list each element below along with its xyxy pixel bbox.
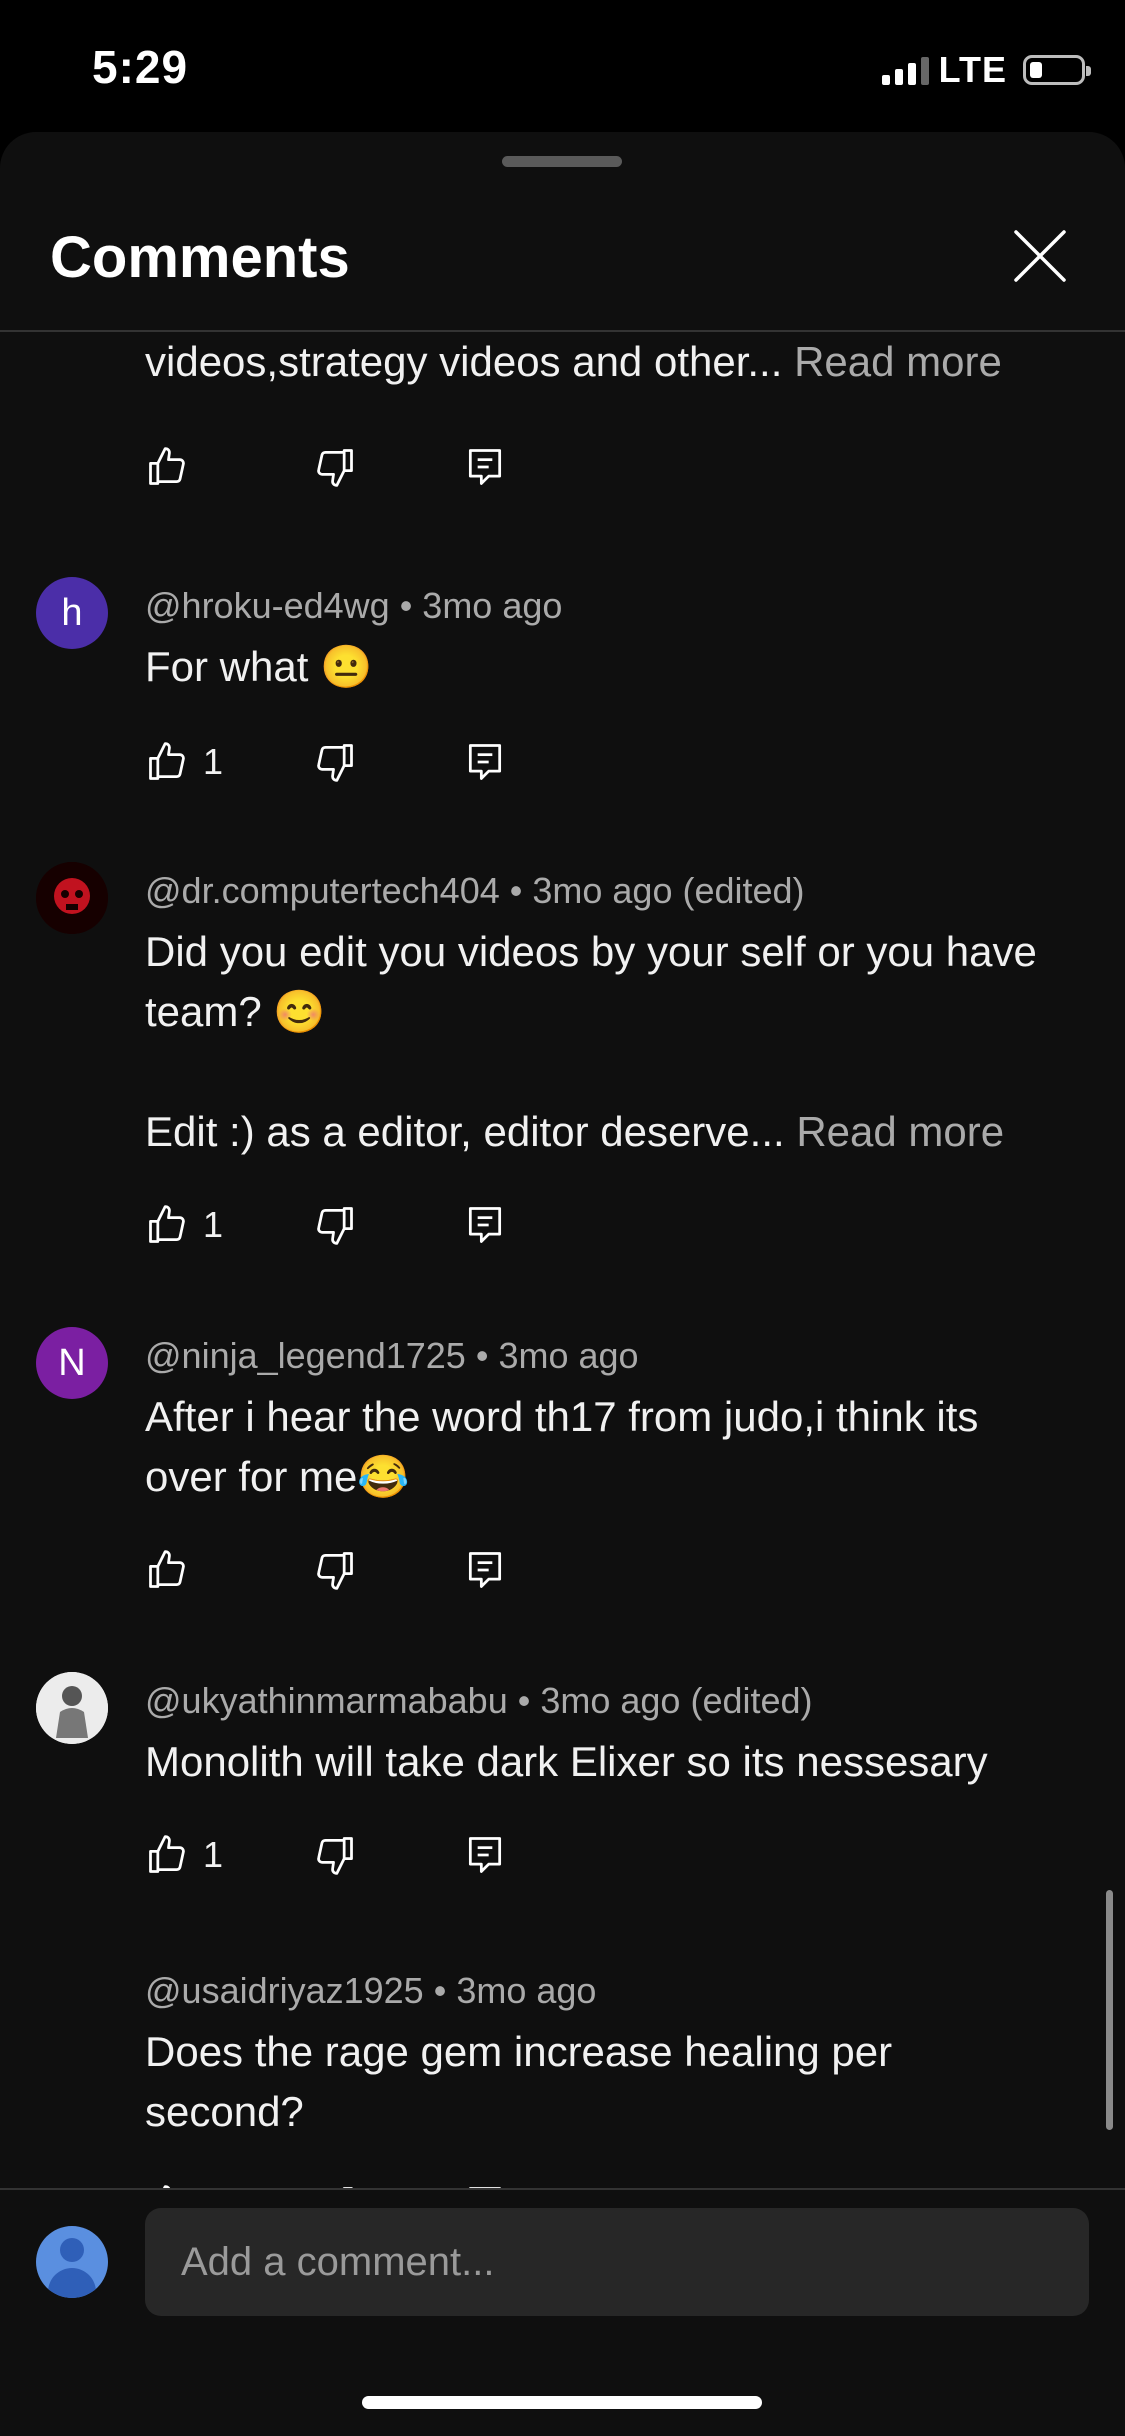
scrollbar[interactable]	[1106, 1890, 1113, 2130]
person-avatar-icon	[36, 1672, 108, 1744]
thumbs-down-icon	[317, 449, 353, 487]
drag-handle[interactable]	[502, 156, 622, 167]
reply-button[interactable]	[463, 442, 507, 492]
avatar[interactable]	[36, 1672, 108, 1744]
add-comment-input[interactable]	[145, 2208, 1089, 2316]
dislike-button[interactable]	[313, 1200, 357, 1250]
comment-author[interactable]: @ukyathinmarmababu	[145, 1680, 508, 1721]
thumbs-down-icon	[317, 1552, 353, 1590]
comments-list[interactable]: videos,strategy videos and other... Read…	[0, 332, 1125, 2320]
comment-time: 3mo ago	[498, 1335, 639, 1376]
like-button[interactable]: 1	[145, 1830, 223, 1880]
comment-author[interactable]: @dr.computertech404	[145, 870, 500, 911]
reply-icon	[468, 1552, 502, 1588]
comment-time: 3mo ago	[456, 1970, 597, 2011]
my-avatar	[36, 2226, 108, 2298]
reply-button[interactable]	[463, 1545, 507, 1595]
like-count: 1	[203, 1834, 224, 1875]
comment-text: Monolith will take dark Elixer so its ne…	[145, 1738, 988, 1785]
dislike-button[interactable]	[313, 442, 357, 492]
thumbs-up-icon	[149, 1550, 185, 1588]
status-bar: 5:29 LTE	[0, 0, 1125, 135]
avatar[interactable]: N	[36, 1327, 108, 1399]
like-button[interactable]: 1	[145, 1200, 223, 1250]
thumbs-down-icon	[317, 744, 353, 782]
reply-icon	[468, 449, 502, 485]
like-count: 1	[203, 1204, 224, 1245]
signal-icon	[881, 55, 929, 85]
like-button[interactable]: 1	[145, 737, 223, 787]
avatar[interactable]	[36, 862, 108, 934]
battery-icon	[1023, 55, 1091, 85]
thumbs-up-icon	[149, 447, 185, 485]
reply-icon	[468, 1837, 502, 1873]
comment-author[interactable]: @ninja_legend1725	[145, 1335, 466, 1376]
like-count: 1	[203, 741, 224, 782]
comment-time: 3mo ago	[422, 585, 563, 626]
dislike-button[interactable]	[313, 1545, 357, 1595]
like-button[interactable]	[145, 1545, 189, 1595]
dislike-button[interactable]	[313, 1830, 357, 1880]
comment-time: 3mo ago (edited)	[532, 870, 805, 911]
skull-avatar-icon	[36, 862, 108, 934]
comment-text: Does the rage gem increase healing per s…	[145, 2028, 893, 2135]
avatar[interactable]: h	[36, 577, 108, 649]
comment-text: videos,strategy videos and other... Read…	[145, 338, 1002, 385]
network-label: LTE	[938, 49, 1007, 90]
read-more-link[interactable]: Read more	[796, 1108, 1004, 1155]
home-indicator[interactable]	[362, 2396, 762, 2409]
comment-text: Did you edit you videos by your self or …	[145, 928, 1037, 1155]
thumbs-up-icon	[149, 742, 185, 780]
status-time: 5:29	[92, 41, 189, 93]
read-more-link[interactable]: Read more	[794, 338, 1002, 385]
sheet-title: Comments	[50, 225, 350, 290]
comment-author[interactable]: @usaidriyaz1925	[145, 1970, 424, 2011]
comment-meta: @usaidriyaz1925 • 3mo ago	[145, 1970, 597, 2011]
thumbs-up-icon	[149, 1205, 185, 1243]
comment-text: After i hear the word th17 from judo,i t…	[145, 1393, 979, 1500]
like-button[interactable]	[145, 442, 189, 492]
reply-button[interactable]	[463, 1200, 507, 1250]
comment-meta: @hroku-ed4wg • 3mo ago	[145, 585, 563, 626]
dislike-button[interactable]	[313, 737, 357, 787]
reply-icon	[468, 744, 502, 780]
status-indicators: LTE	[881, 48, 1091, 92]
comment-text: For what 😐	[145, 643, 373, 690]
comment-meta: @ninja_legend1725 • 3mo ago	[145, 1335, 639, 1376]
reply-button[interactable]	[463, 737, 507, 787]
comment-meta: @ukyathinmarmababu • 3mo ago (edited)	[145, 1680, 813, 1721]
comment-author[interactable]: @hroku-ed4wg	[145, 585, 390, 626]
comment-time: 3mo ago (edited)	[540, 1680, 813, 1721]
thumbs-down-icon	[317, 1207, 353, 1245]
comment-meta: @dr.computertech404 • 3mo ago (edited)	[145, 870, 805, 911]
thumbs-down-icon	[317, 1837, 353, 1875]
reply-icon	[468, 1207, 502, 1243]
close-icon[interactable]	[1010, 226, 1070, 286]
thumbs-up-icon	[149, 1835, 185, 1873]
reply-button[interactable]	[463, 1830, 507, 1880]
